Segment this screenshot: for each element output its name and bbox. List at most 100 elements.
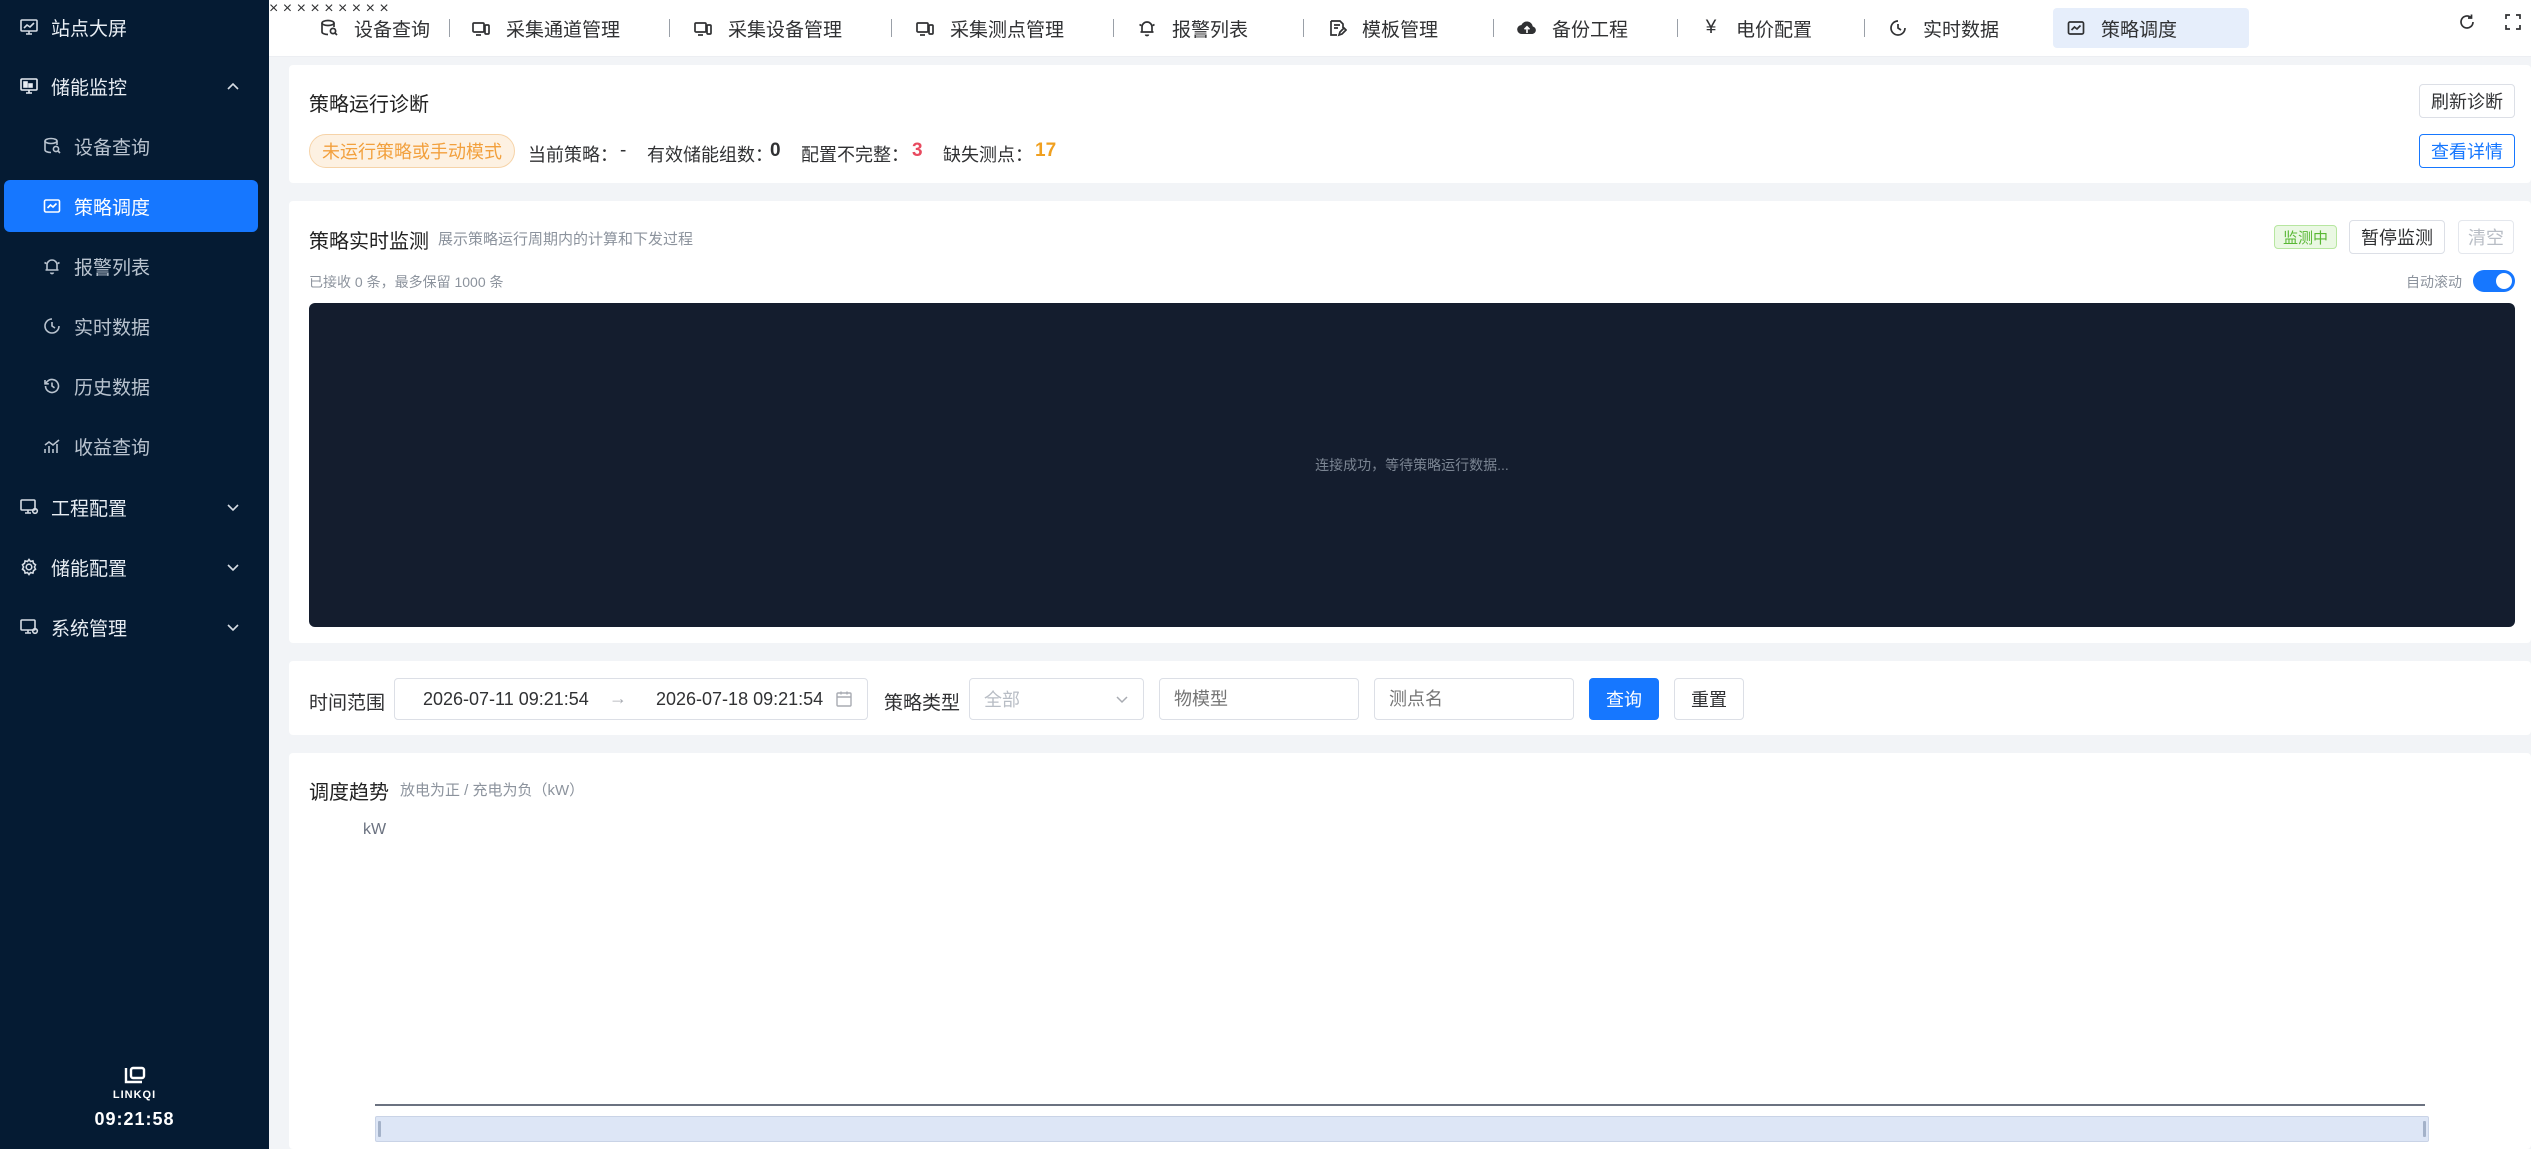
received-count: 已接收 0 条，最多保留 1000 条 — [309, 274, 504, 290]
trend-title: 调度趋势 — [309, 782, 389, 804]
chevron-down-icon — [223, 497, 243, 517]
incomplete-config-label: 配置不完整： — [801, 145, 909, 165]
sidebar-item-label: 储能配置 — [51, 558, 128, 580]
tab-separator — [1303, 19, 1304, 37]
sidebar-item-realtime-data[interactable]: 实时数据 — [0, 300, 269, 352]
incomplete-config-value: 3 — [912, 140, 923, 161]
chevron-down-icon — [223, 617, 243, 637]
tab-backup-project[interactable]: 备份工程 — [1504, 8, 1628, 48]
model-input[interactable] — [1159, 678, 1359, 720]
tab-device-query[interactable]: 设备查询 — [306, 8, 430, 48]
current-strategy-label: 当前策略： — [528, 145, 618, 165]
query-button[interactable]: 查询 — [1589, 678, 1659, 720]
close-icon[interactable]: × — [297, 0, 306, 17]
monitoring-status-tag: 监测中 — [2274, 225, 2338, 249]
brand-name: LINKQI — [112, 1089, 157, 1101]
tab-bar: 设备查询 采集通道管理 × 采集设备管理 × 采集测点管理 × 报警列表 × 模… — [269, 0, 2531, 57]
x-axis-line — [375, 1104, 2425, 1106]
start-date: 2026-07-11 09:21:54 — [423, 689, 589, 709]
sidebar-item-device-query[interactable]: 设备查询 — [0, 120, 269, 172]
strategy-icon — [2065, 17, 2087, 39]
refresh-diagnosis-button[interactable]: 刷新诊断 — [2419, 84, 2515, 118]
pause-monitor-button[interactable]: 暂停监测 — [2349, 220, 2445, 254]
monitor-title: 策略实时监测 — [309, 231, 429, 253]
zoom-handle-right[interactable] — [2423, 1121, 2426, 1137]
tab-label: 电价配置 — [1736, 19, 1813, 41]
tab-template-management[interactable]: 模板管理 — [1314, 8, 1438, 48]
tab-separator — [669, 19, 670, 37]
gear-icon — [17, 555, 41, 579]
calendar-icon — [835, 690, 853, 713]
auto-scroll-label: 自动滚动 — [2406, 274, 2462, 290]
diagnosis-title: 策略运行诊断 — [309, 94, 429, 116]
sidebar-item-label: 设备查询 — [74, 137, 151, 159]
end-date: 2026-07-18 09:21:54 — [656, 689, 824, 709]
tab-label: 采集设备管理 — [728, 19, 843, 41]
monitor-chart-icon — [17, 74, 41, 98]
edit-doc-icon — [1326, 17, 1348, 39]
reset-button[interactable]: 重置 — [1674, 678, 1744, 720]
cloud-upload-icon — [1516, 17, 1538, 39]
tab-collect-device[interactable]: 采集设备管理 — [680, 8, 842, 48]
date-range-picker[interactable]: 2026-07-11 09:21:54 → 2026-07-18 09:21:5… — [394, 678, 868, 720]
zoom-handle-left[interactable] — [378, 1121, 381, 1137]
tab-separator — [1493, 19, 1494, 37]
sidebar-item-history-data[interactable]: 历史数据 — [0, 360, 269, 412]
missing-points-value: 17 — [1035, 140, 1057, 161]
tab-separator — [449, 19, 450, 37]
strategy-status-tag: 未运行策略或手动模式 — [309, 134, 515, 168]
sidebar-item-label: 系统管理 — [51, 618, 128, 640]
sidebar-item-alarm-list[interactable]: 报警列表 — [0, 240, 269, 292]
close-icon[interactable]: × — [269, 0, 278, 17]
brand-logo — [124, 1066, 145, 1084]
strategy-type-select[interactable]: 全部 — [969, 678, 1144, 720]
tab-realtime-data[interactable]: 实时数据 — [1875, 8, 1999, 48]
sidebar-item-label: 报警列表 — [74, 257, 151, 279]
strategy-icon — [40, 194, 64, 218]
monitor-icon — [17, 15, 41, 39]
clock: 09:21:58 — [94, 1109, 175, 1129]
tab-collect-point[interactable]: 采集测点管理 — [902, 8, 1064, 48]
sidebar-item-system-management[interactable]: 系统管理 — [0, 601, 269, 653]
strategy-type-value: 全部 — [984, 690, 1020, 710]
auto-scroll-switch[interactable] — [2473, 270, 2515, 292]
point-name-input[interactable] — [1374, 678, 1574, 720]
sidebar-item-revenue-query[interactable]: 收益查询 — [0, 420, 269, 472]
missing-points-label: 缺失测点： — [943, 145, 1033, 165]
refresh-icon[interactable] — [2455, 10, 2479, 34]
tab-label: 实时数据 — [1923, 19, 2000, 41]
sidebar-item-storage-monitoring[interactable]: 储能监控 — [0, 60, 269, 112]
arrow-right-icon: → — [609, 688, 627, 708]
tab-separator — [1113, 19, 1114, 37]
tab-collect-channel[interactable]: 采集通道管理 — [458, 8, 620, 48]
sidebar-item-strategy-dispatch[interactable]: 策略调度 — [4, 180, 258, 232]
chevron-down-icon — [223, 557, 243, 577]
sidebar-item-project-config[interactable]: 工程配置 — [0, 481, 269, 533]
console-message: 连接成功，等待策略运行数据... — [1315, 457, 1509, 473]
sidebar-item-label: 历史数据 — [74, 377, 151, 399]
tab-strategy-dispatch[interactable]: 策略调度 — [2053, 8, 2249, 48]
diagnosis-card — [289, 65, 2531, 183]
view-details-button[interactable]: 查看详情 — [2419, 134, 2515, 168]
sidebar-item-site-screen[interactable]: 站点大屏 — [0, 1, 269, 53]
tab-label: 设备查询 — [354, 19, 431, 41]
y-axis-unit: kW — [363, 821, 387, 838]
current-strategy-value: - — [620, 140, 627, 161]
switch-knob — [2496, 273, 2512, 289]
sidebar-item-label: 站点大屏 — [51, 18, 128, 40]
clock-icon — [1887, 17, 1909, 39]
close-icon[interactable]: × — [283, 0, 292, 17]
tab-alarm-list[interactable]: 报警列表 — [1124, 8, 1248, 48]
project-monitor-icon — [17, 495, 41, 519]
data-zoom-slider[interactable] — [375, 1116, 2429, 1142]
history-icon — [40, 374, 64, 398]
sidebar-item-storage-config[interactable]: 储能配置 — [0, 541, 269, 593]
clear-button[interactable]: 清空 — [2458, 220, 2514, 254]
device-icon — [692, 17, 714, 39]
fullscreen-icon[interactable] — [2501, 10, 2525, 34]
monitor-subtitle: 展示策略运行周期内的计算和下发过程 — [438, 231, 694, 248]
sidebar-item-label: 收益查询 — [74, 437, 151, 459]
sidebar-item-label: 实时数据 — [74, 317, 151, 339]
device-icon — [470, 17, 492, 39]
tab-price-config[interactable]: ¥ 电价配置 — [1688, 8, 1812, 48]
